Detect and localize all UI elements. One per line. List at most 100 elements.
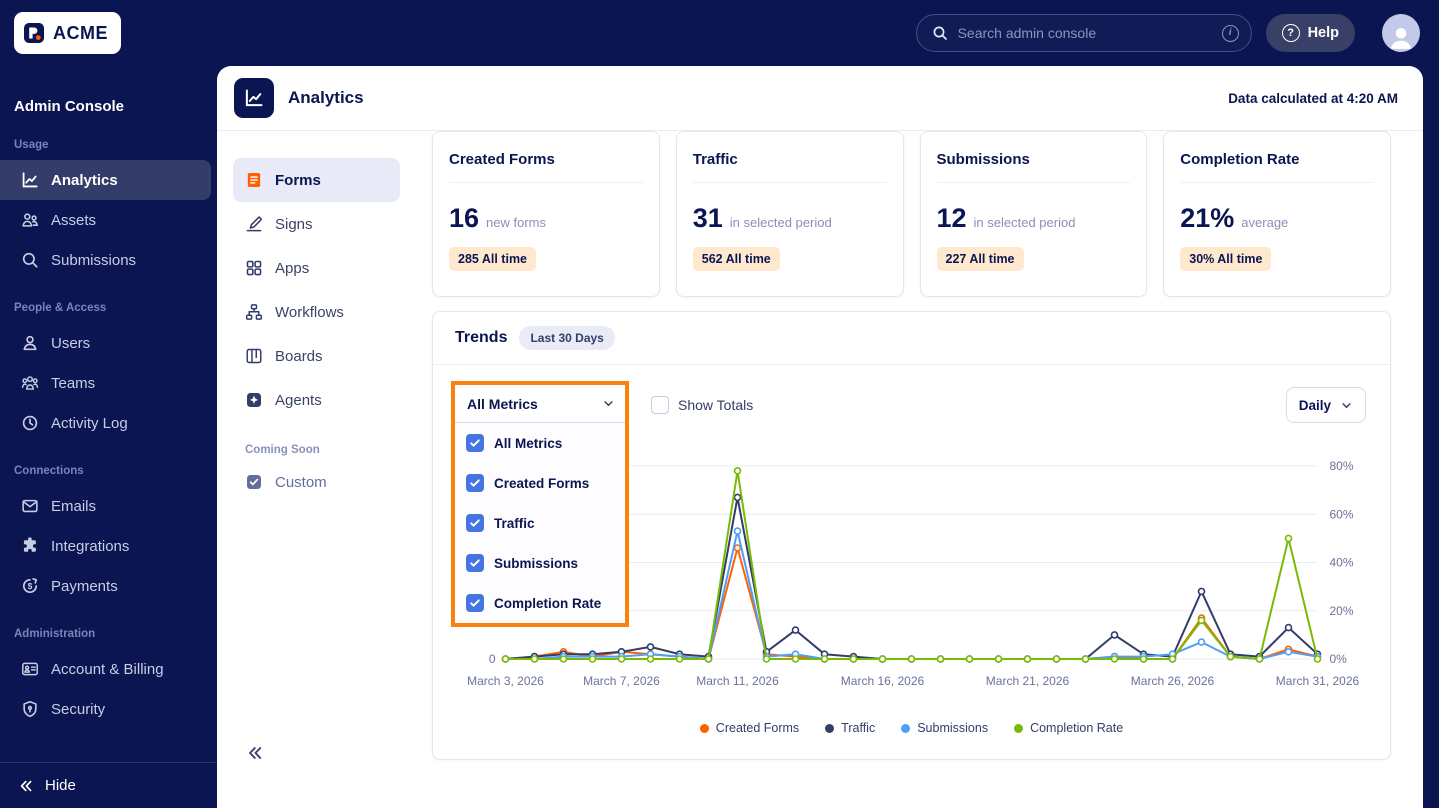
stat-card-traffic: Traffic 31 in selected period 562 All time <box>675 131 904 297</box>
refresh-dollar-icon: $ <box>21 577 39 595</box>
trends-title: Trends <box>455 329 508 346</box>
subnav-item-label: Boards <box>275 347 323 365</box>
metric-option-traffic[interactable]: Traffic <box>455 503 625 543</box>
info-icon[interactable]: i <box>1221 24 1239 42</box>
sidebar-item-integrations[interactable]: Integrations <box>0 526 211 566</box>
metric-option-label: All Metrics <box>494 435 563 451</box>
subnav-item-workflows[interactable]: Workflows <box>233 290 400 334</box>
subnav-item-custom[interactable]: Custom <box>233 460 400 504</box>
assets-icon <box>21 211 39 229</box>
admin-search[interactable]: i <box>915 14 1252 52</box>
checkbox-unchecked-icon[interactable] <box>651 396 669 414</box>
coming-soon-items: Custom <box>217 460 400 504</box>
data-calculated-text: Data calculated at 4:20 AM <box>1228 90 1398 106</box>
user-avatar[interactable] <box>1382 14 1420 52</box>
sidebar-item-assets[interactable]: Assets <box>0 200 211 240</box>
sidebar-item-label: Teams <box>51 374 96 392</box>
stat-card-title: Created Forms <box>449 132 643 183</box>
stat-card-completion-rate: Completion Rate 21% average 30% All time <box>1163 131 1391 297</box>
acme-logo[interactable]: ACME <box>14 12 121 54</box>
subnav-item-agents[interactable]: Agents <box>233 378 400 422</box>
trends-card: Trends Last 30 Days Show Totals Daily Al… <box>432 311 1391 760</box>
interval-select[interactable]: Daily <box>1285 387 1366 423</box>
help-button[interactable]: ? Help <box>1265 14 1355 52</box>
search-icon <box>21 251 39 269</box>
created-forms-checkbox[interactable] <box>466 474 484 492</box>
id-card-icon <box>21 660 39 678</box>
metric-option-submissions[interactable]: Submissions <box>455 543 625 583</box>
sidebar-item-submissions[interactable]: Submissions <box>0 240 211 280</box>
svg-text:0%: 0% <box>1330 652 1348 666</box>
check-icon <box>470 439 480 447</box>
stat-alltime-badge: 30% All time <box>1180 247 1272 271</box>
form-icon <box>245 171 263 189</box>
check-icon <box>470 559 480 567</box>
user-icon <box>21 334 39 352</box>
product-subnav: Forms Signs Apps Workflows Boards Agents Comi… <box>217 131 400 808</box>
legend-submissions: Submissions <box>901 721 988 735</box>
stat-alltime-badge: 562 All time <box>692 247 780 271</box>
stat-card-created-forms: Created Forms 16 new forms 285 All time <box>432 131 660 297</box>
all-metrics-checkbox[interactable] <box>466 434 484 452</box>
traffic-checkbox[interactable] <box>466 514 484 532</box>
metric-option-label: Completion Rate <box>494 595 602 611</box>
sidebar-item-payments[interactable]: $ Payments <box>0 566 211 606</box>
analytics-content: Created Forms 16 new forms 285 All time Traf… <box>400 131 1423 808</box>
subnav-item-boards[interactable]: Boards <box>233 334 400 378</box>
metric-option-label: Traffic <box>494 515 535 531</box>
search-input[interactable] <box>957 25 1212 41</box>
double-chevron-left-icon <box>18 778 34 794</box>
completion-rate-checkbox[interactable] <box>466 594 484 612</box>
stat-card-title: Completion Rate <box>1180 132 1374 183</box>
sidebar-item-security[interactable]: Security <box>0 689 211 729</box>
svg-text:March 21, 2026: March 21, 2026 <box>986 674 1070 688</box>
subnav-item-forms[interactable]: Forms <box>233 158 400 202</box>
sidebar-item-label: Activity Log <box>51 414 128 432</box>
trends-header: Trends Last 30 Days <box>433 312 1390 365</box>
hide-sidebar-button[interactable]: Hide <box>0 762 217 808</box>
sidebar-item-label: Account & Billing <box>51 660 164 678</box>
sidebar-item-activity-log[interactable]: Activity Log <box>0 403 211 443</box>
metric-option-all-metrics[interactable]: All Metrics <box>455 423 625 463</box>
topbar: ACME i ? Help <box>0 0 1439 66</box>
subnav-item-apps[interactable]: Apps <box>233 246 400 290</box>
stat-caption: in selected period <box>729 215 832 230</box>
svg-text:$: $ <box>28 581 33 591</box>
subnav-items: Forms Signs Apps Workflows Boards Agents <box>217 158 400 422</box>
subnav-item-signs[interactable]: Signs <box>233 202 400 246</box>
stats-row: Created Forms 16 new forms 285 All time Traf… <box>432 131 1391 297</box>
sidebar-item-account-billing[interactable]: Account & Billing <box>0 649 211 689</box>
double-chevron-left-icon <box>249 747 262 759</box>
pen-icon <box>245 215 263 233</box>
metrics-select[interactable]: All Metrics <box>455 385 625 423</box>
sidebar-item-label: Assets <box>51 211 97 229</box>
main-panel: Analytics Data calculated at 4:20 AM For… <box>217 66 1423 808</box>
stat-value: 21% <box>1180 203 1235 233</box>
grid-icon <box>245 259 263 277</box>
collapse-subnav-button[interactable] <box>246 744 264 762</box>
stat-value: 31 <box>692 203 723 233</box>
submissions-checkbox[interactable] <box>466 554 484 572</box>
svg-text:20%: 20% <box>1330 604 1354 618</box>
team-icon <box>21 374 39 392</box>
stat-caption: average <box>1241 215 1289 230</box>
mail-icon <box>21 497 39 515</box>
trends-range-badge: Last 30 Days <box>519 326 615 350</box>
chart-legend: Created Forms Traffic Submissions Completio… <box>457 721 1366 735</box>
question-icon: ? <box>1281 24 1300 42</box>
sidebar-item-teams[interactable]: Teams <box>0 363 211 403</box>
metric-option-completion-rate[interactable]: Completion Rate <box>455 583 625 623</box>
stat-caption: new forms <box>486 215 547 230</box>
sidebar-item-analytics[interactable]: Analytics <box>0 160 211 200</box>
show-totals-checkbox[interactable]: Show Totals <box>651 396 753 414</box>
svg-text:March 3, 2026: March 3, 2026 <box>467 674 544 688</box>
legend-traffic: Traffic <box>825 721 875 735</box>
show-totals-label: Show Totals <box>678 397 754 413</box>
sidebar-section-label: Usage <box>14 139 49 151</box>
stat-alltime-badge: 227 All time <box>936 247 1024 271</box>
sidebar-item-users[interactable]: Users <box>0 323 211 363</box>
legend-dot-icon <box>1014 723 1024 733</box>
metric-option-created-forms[interactable]: Created Forms <box>455 463 625 503</box>
sidebar-item-label: Submissions <box>51 251 137 269</box>
sidebar-item-emails[interactable]: Emails <box>0 486 211 526</box>
